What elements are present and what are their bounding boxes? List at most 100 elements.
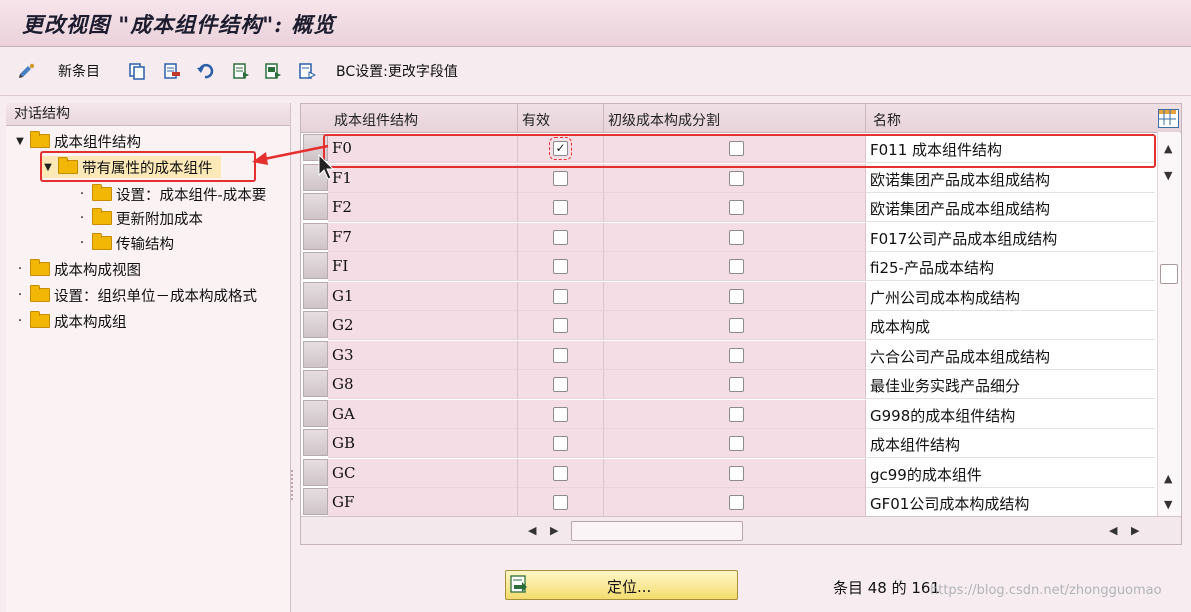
cell-structure-code[interactable]: GF	[328, 488, 518, 517]
cell-name[interactable]: GF01公司成本构成结构	[866, 488, 1155, 517]
primary-split-checkbox[interactable]	[729, 259, 744, 274]
table-row[interactable]: F2 欧诺集团产品成本组成结构	[301, 193, 1181, 222]
column-header-primary-split[interactable]: 初级成本构成分割	[608, 110, 720, 130]
primary-split-checkbox[interactable]	[729, 495, 744, 510]
cell-name[interactable]: 最佳业务实践产品细分	[866, 370, 1155, 399]
row-selector[interactable]	[303, 311, 328, 338]
primary-split-checkbox[interactable]	[729, 318, 744, 333]
cell-structure-code[interactable]: FI	[328, 252, 518, 281]
row-selector[interactable]	[303, 193, 328, 220]
primary-split-checkbox[interactable]	[729, 288, 744, 304]
column-header-structure[interactable]: 成本组件结构	[334, 110, 418, 130]
table-row[interactable]: G8 最佳业务实践产品细分	[301, 370, 1181, 399]
vertical-scroll-thumb[interactable]	[1160, 264, 1178, 284]
active-checkbox[interactable]	[553, 288, 568, 304]
cell-structure-code[interactable]: G1	[328, 281, 518, 311]
horizontal-scrollbar[interactable]: ◀ ▶ ◀ ▶	[301, 516, 1181, 544]
cell-structure-code[interactable]: G3	[328, 340, 518, 370]
scroll-right-icon[interactable]: ▶	[550, 524, 558, 537]
table-row[interactable]: GA G998的成本组件结构	[301, 399, 1181, 429]
primary-split-checkbox[interactable]	[729, 406, 744, 422]
primary-split-checkbox[interactable]	[729, 377, 744, 392]
primary-split-checkbox[interactable]	[729, 200, 744, 215]
row-selector[interactable]	[303, 399, 328, 427]
table-row[interactable]: GC gc99的成本组件	[301, 458, 1181, 488]
tree-node-settings-assignment[interactable]: · 设置：成本组件-成本要	[76, 183, 266, 205]
scroll-down-icon[interactable]: ▼	[1164, 169, 1172, 182]
select-block-button[interactable]	[264, 61, 282, 81]
active-checkbox[interactable]	[553, 347, 568, 363]
active-checkbox[interactable]	[553, 259, 568, 274]
new-entries-button[interactable]: 新条目	[58, 61, 100, 81]
vertical-scrollbar[interactable]: ▲ ▼ ▲ ▼	[1157, 132, 1180, 516]
cell-name[interactable]: gc99的成本组件	[866, 458, 1155, 488]
cell-name[interactable]: G998的成本组件结构	[866, 399, 1155, 429]
cell-structure-code[interactable]: GA	[328, 399, 518, 429]
primary-split-checkbox[interactable]	[729, 436, 744, 451]
column-header-name[interactable]: 名称	[873, 110, 901, 130]
cell-name[interactable]: 六合公司产品成本组成结构	[866, 340, 1155, 370]
scroll-up-icon[interactable]: ▲	[1164, 472, 1172, 485]
table-row[interactable]: GB 成本组件结构	[301, 429, 1181, 458]
tree-node-org-unit-settings[interactable]: · 设置：组织单位－成本构成格式	[14, 284, 290, 306]
table-row[interactable]: FI fi25-产品成本结构	[301, 252, 1181, 281]
tree-node-transfer-structure[interactable]: · 传输结构	[76, 232, 174, 254]
row-selector[interactable]	[303, 340, 328, 368]
bc-set-button[interactable]: BC设置:更改字段值	[336, 61, 458, 81]
scroll-left-icon[interactable]: ◀	[528, 524, 536, 537]
table-row[interactable]: F7 F017公司产品成本组成结构	[301, 222, 1181, 252]
cell-name[interactable]: fi25-产品成本结构	[866, 252, 1155, 281]
scroll-left-icon[interactable]: ◀	[1109, 524, 1117, 537]
primary-split-checkbox[interactable]	[729, 347, 744, 363]
active-checkbox[interactable]	[553, 318, 568, 333]
cell-structure-code[interactable]: F2	[328, 193, 518, 222]
tree-node-cost-component-groups[interactable]: · 成本构成组	[14, 310, 127, 332]
row-selector[interactable]	[303, 252, 328, 279]
active-checkbox[interactable]	[553, 406, 568, 422]
table-settings-icon[interactable]	[1158, 109, 1179, 128]
primary-split-checkbox[interactable]	[729, 465, 744, 481]
locate-button[interactable]: 定位...	[505, 570, 738, 600]
scroll-right-icon[interactable]: ▶	[1131, 524, 1139, 537]
row-selector[interactable]	[303, 429, 328, 456]
column-header-active[interactable]: 有效	[522, 110, 550, 130]
tree-node-cost-component-structure[interactable]: ▼ 成本组件结构	[14, 130, 141, 152]
table-row[interactable]: G1 广州公司成本构成结构	[301, 281, 1181, 311]
tree-node-cost-component-views[interactable]: · 成本构成视图	[14, 258, 141, 280]
cell-structure-code[interactable]: G2	[328, 311, 518, 340]
active-checkbox[interactable]	[553, 200, 568, 215]
deselect-all-button[interactable]	[298, 61, 316, 81]
table-row[interactable]: G3 六合公司产品成本组成结构	[301, 340, 1181, 370]
display-change-button[interactable]	[18, 61, 36, 81]
active-checkbox[interactable]	[553, 377, 568, 392]
cell-structure-code[interactable]: F7	[328, 222, 518, 252]
pane-splitter[interactable]	[291, 470, 296, 500]
table-row[interactable]: GF GF01公司成本构成结构	[301, 488, 1181, 517]
cell-structure-code[interactable]: G8	[328, 370, 518, 399]
primary-split-checkbox[interactable]	[729, 229, 744, 245]
row-selector[interactable]	[303, 281, 328, 309]
expand-arrow-icon[interactable]: ▼	[14, 136, 26, 147]
cell-name[interactable]: F017公司产品成本组成结构	[866, 222, 1155, 252]
row-selector[interactable]	[303, 222, 328, 250]
cell-name[interactable]: 成本组件结构	[866, 429, 1155, 458]
row-selector[interactable]	[303, 458, 328, 486]
scroll-up-icon[interactable]: ▲	[1164, 142, 1172, 155]
undo-button[interactable]	[196, 61, 214, 81]
row-selector[interactable]	[303, 488, 328, 515]
cell-name[interactable]: 广州公司成本构成结构	[866, 281, 1155, 311]
active-checkbox[interactable]	[553, 436, 568, 451]
table-row[interactable]: G2 成本构成	[301, 311, 1181, 340]
cell-name[interactable]: 欧诺集团产品成本组成结构	[866, 193, 1155, 222]
cell-structure-code[interactable]: GC	[328, 458, 518, 488]
primary-split-checkbox[interactable]	[729, 170, 744, 186]
active-checkbox[interactable]	[553, 229, 568, 245]
tree-node-update-additive-costs[interactable]: · 更新附加成本	[76, 207, 203, 229]
active-checkbox[interactable]	[553, 170, 568, 186]
delete-button[interactable]	[163, 61, 181, 81]
cell-structure-code[interactable]: GB	[328, 429, 518, 458]
active-checkbox[interactable]	[553, 465, 568, 481]
copy-button[interactable]	[128, 61, 146, 81]
horizontal-scroll-thumb[interactable]	[571, 521, 743, 541]
scroll-down-icon[interactable]: ▼	[1164, 498, 1172, 511]
